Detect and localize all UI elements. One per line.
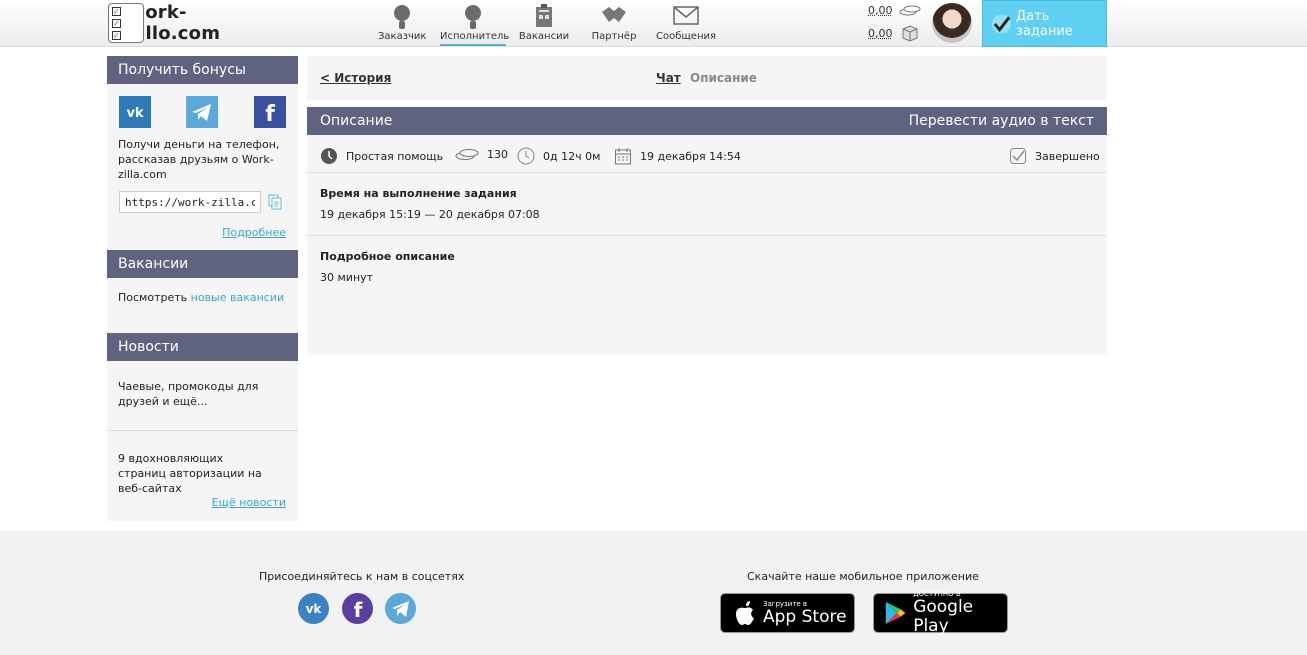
back-to-history-link[interactable]: < История	[320, 71, 391, 85]
vacancies-text-label: Посмотреть	[118, 291, 188, 304]
nav-vacancies[interactable]: Вакансии	[518, 0, 570, 47]
nav-performer[interactable]: Исполнитель	[440, 0, 510, 47]
task-title: Перевести аудио в текст	[908, 113, 1094, 129]
footer-facebook-icon[interactable]: f	[342, 593, 373, 624]
sidebar: Получить бонусы vk f Получи деньги на те…	[107, 56, 298, 521]
google-play-button[interactable]: ДОСТУПНО В Google Play	[873, 590, 1008, 636]
more-news-link[interactable]: Ещё новости	[212, 496, 286, 509]
bonus-block: Получить бонусы vk f Получи деньги на те…	[107, 56, 298, 250]
top-header: ✓ ✓ ✓ work-zillo.com Заказчик Исполнител…	[0, 0, 1307, 47]
news-title: Новости	[107, 333, 298, 361]
meta-category-text: Простая помощь	[346, 149, 444, 163]
calendar-icon	[615, 148, 631, 165]
description-heading: Описание	[320, 113, 393, 129]
bonus-social-row: vk f	[107, 84, 298, 134]
balance-coins[interactable]: 0,00	[868, 4, 893, 17]
news-block: Новости Чаевые, промокоды для друзей и е…	[107, 333, 298, 521]
coins-icon	[899, 5, 921, 16]
performer-icon	[465, 5, 481, 29]
bonus-title: Получить бонусы	[107, 56, 298, 84]
detailed-description-title: Подробное описание	[320, 250, 455, 263]
svg-text:vk: vk	[306, 602, 323, 616]
messages-envelope-icon	[673, 6, 699, 25]
google-play-icon	[885, 601, 906, 625]
footer-telegram-icon[interactable]	[385, 593, 416, 624]
coins-icon	[455, 149, 479, 160]
meta-date-text: 19 декабря 14:54	[640, 149, 741, 163]
nav-customer[interactable]: Заказчик	[378, 0, 426, 47]
task-topbar: < История Чат Описание	[307, 56, 1107, 100]
category-clock-icon	[321, 148, 337, 164]
user-avatar[interactable]	[932, 3, 972, 43]
nav-label: Сообщения	[656, 31, 717, 42]
telegram-icon[interactable]	[186, 96, 218, 128]
logo-text: work-zillo.com	[128, 2, 221, 44]
news-item[interactable]: 9 вдохновляющих страниц авторизации на в…	[107, 451, 282, 496]
nav-partner[interactable]: Партнёр	[590, 0, 638, 47]
description-header: Описание Перевести аудио в текст	[307, 107, 1107, 135]
meta-date: 19 декабря 14:54	[614, 147, 741, 165]
customer-icon	[394, 5, 410, 29]
meta-duration-text: 0д 12ч 0м	[543, 149, 601, 163]
meta-status: Завершено	[1009, 147, 1100, 165]
footer-vk-icon[interactable]: vk	[298, 593, 329, 624]
main-content: < История Чат Описание Описание Перевест…	[307, 56, 1107, 355]
footer-social-title: Присоединяйтесь к нам в соцсетях	[259, 570, 465, 583]
apple-icon	[736, 601, 754, 625]
svg-text:f: f	[265, 102, 275, 127]
nav-label: Вакансии	[518, 31, 570, 42]
give-task-button[interactable]: Дать задание	[982, 0, 1107, 47]
referral-link-input[interactable]	[119, 191, 261, 213]
vacancies-block: Вакансии Посмотреть новые вакансии	[107, 250, 298, 333]
vacancies-icon	[536, 4, 552, 27]
nav-messages[interactable]: Сообщения	[656, 0, 716, 47]
give-task-label: Дать задание	[1016, 8, 1073, 39]
detailed-description-value: 30 минут	[320, 271, 374, 284]
meta-category: Простая помощь	[320, 147, 443, 165]
nav-label: Исполнитель	[440, 31, 510, 46]
nav-label: Заказчик	[378, 31, 427, 42]
meta-status-text: Завершено	[1035, 149, 1100, 163]
execution-time-title: Время на выполнение задания	[320, 187, 517, 200]
app-store-button[interactable]: Загрузите в App Store	[720, 593, 855, 633]
tab-chat[interactable]: Чат	[656, 71, 681, 85]
clock-icon	[517, 147, 535, 165]
app-store-big: App Store	[763, 606, 847, 627]
checkmark-icon	[991, 13, 1012, 34]
news-divider	[107, 430, 298, 431]
footer: Присоединяйтесь к нам в соцсетях vk f Ск…	[0, 531, 1307, 655]
nav-label: Партнёр	[591, 31, 637, 42]
vk-icon[interactable]: vk	[119, 96, 151, 128]
balance-box[interactable]: 0,00	[868, 27, 893, 40]
execution-time-value: 19 декабря 15:19 — 20 декабря 07:08	[320, 208, 540, 221]
description-body: Простая помощь 130 0д 12ч 0м 19 декабря …	[307, 135, 1107, 355]
bonus-text: Получи деньги на телефон, рассказав друз…	[118, 138, 280, 181]
site-logo[interactable]: ✓ ✓ ✓ work-zillo.com	[108, 2, 268, 44]
execution-time-section: Время на выполнение задания 19 декабря 1…	[307, 173, 1107, 236]
footer-app-title: Скачайте наше мобильное приложение	[747, 570, 979, 583]
news-item[interactable]: Чаевые, промокоды для друзей и ещё...	[107, 379, 282, 409]
meta-duration: 0д 12ч 0м	[517, 147, 600, 165]
completed-check-icon	[1010, 148, 1026, 164]
svg-text:f: f	[354, 598, 363, 622]
vacancies-text: Посмотреть новые вакансии	[107, 290, 298, 305]
tab-description[interactable]: Описание	[690, 71, 757, 85]
svg-text:vk: vk	[126, 106, 143, 121]
meta-price: 130	[455, 147, 508, 161]
logo-checklist-icon: ✓ ✓ ✓	[108, 3, 145, 43]
partner-handshake-icon	[602, 7, 626, 22]
vacancies-title: Вакансии	[107, 250, 298, 278]
meta-price-text: 130	[487, 147, 508, 161]
task-meta-row: Простая помощь 130 0д 12ч 0м 19 декабря …	[307, 135, 1107, 173]
copy-icon[interactable]	[267, 194, 283, 210]
facebook-icon[interactable]: f	[254, 96, 286, 128]
bonus-more-link[interactable]: Подробнее	[222, 226, 286, 239]
google-play-big: Google Play	[913, 597, 974, 636]
box-icon	[902, 25, 918, 42]
new-vacancies-link[interactable]: новые вакансии	[191, 291, 285, 304]
detailed-description-section: Подробное описание 30 минут	[307, 236, 1107, 298]
